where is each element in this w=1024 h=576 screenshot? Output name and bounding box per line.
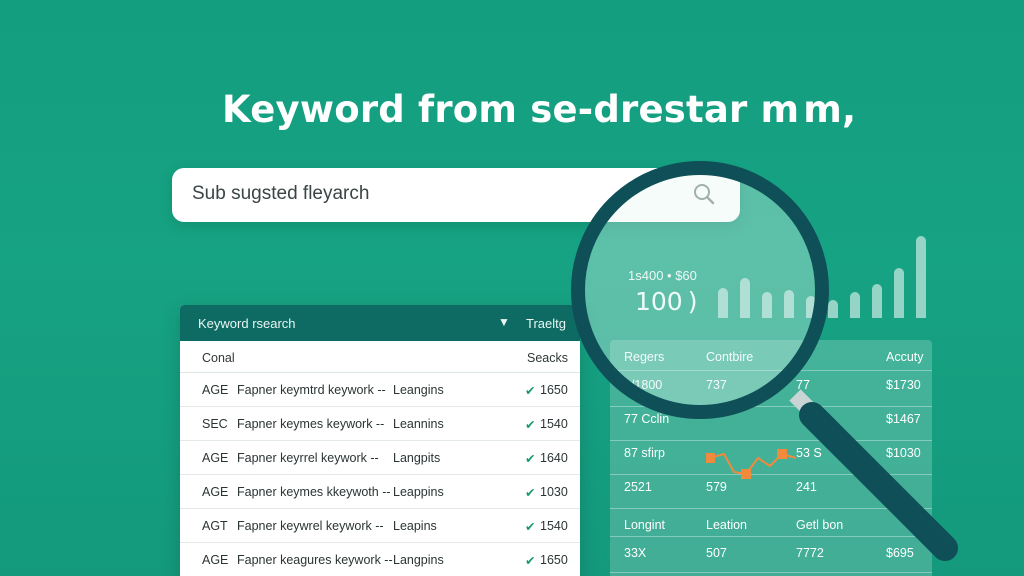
panel-divider [610,508,932,509]
check-icon: ✔ [525,452,536,466]
panel-cell: 77 [796,378,810,392]
panel-cell: 2521 [624,480,652,494]
row-category: Leappins [393,485,444,499]
row-category: Leapins [393,519,437,533]
table-row[interactable]: AGE Fapner keymtrd keywork -- Leangins ✔ 165… [180,373,580,407]
check-icon: ✔ [525,486,536,500]
chart-bar [762,292,772,318]
row-category: Langpins [393,553,444,567]
row-keyword: Fapner keywrel keywork -- [237,519,384,533]
row-value: 1540 [540,417,568,431]
stats-panel: Regers Contbire Accuty 1/1800 737 77 $1730 77 C… [610,340,932,576]
row-code: AGE [202,485,229,499]
column-headers: Conal Seacks [180,341,580,373]
table-row[interactable]: AGE Fapner keyrrel keywork -- Langpits ✔ 164… [180,441,580,475]
small-stat: 1s400 • $60 [628,268,697,283]
row-keyword: Fapner keagures keywork -- [237,553,393,567]
panel-divider [610,406,932,407]
panel-cell: Getl bon [796,518,844,532]
chart-bar [894,268,904,318]
panel-cell: Regers [624,350,665,364]
row-value: 1030 [540,485,568,499]
panel-cell: 87 sfirp [624,446,665,460]
check-icon: ✔ [525,384,536,398]
search-icon[interactable] [692,182,716,211]
panel-cell: $1030 [886,446,921,460]
chart-bar [784,290,794,318]
panel-divider [610,572,932,573]
panel-cell: 1/1800 [624,378,663,392]
panel-cell: $1730 [886,378,921,392]
chart-bar [916,236,926,318]
table-row[interactable]: AGE Fapner keymes kkeywoth -- Leappins ✔ 103… [180,475,580,509]
big-stat: 100 ) [635,287,698,316]
chart-bar [850,292,860,318]
page-headline: Keyword from se-drestar m m, [222,88,857,131]
row-code: AGE [202,451,229,465]
chart-bar [718,288,728,318]
panel-cell: $695 [886,546,914,560]
triangle-down-icon[interactable]: ▼ [498,315,510,329]
row-keyword: Fapner keymes kkeywoth -- [237,485,391,499]
panel-cell: 737 [706,378,727,392]
row-value: 1540 [540,519,568,533]
search-input[interactable]: Sub sugsted fleyarch [192,183,369,205]
panel-divider [610,370,932,371]
row-value: 1650 [540,383,568,397]
check-icon: ✔ [525,418,536,432]
panel-cell: Leation [706,518,748,532]
row-keyword: Fapner keymtrd keywork -- [237,383,386,397]
table-title: Keyword rsearch [198,316,296,331]
row-code: AGT [202,519,228,533]
panel-divider [610,536,932,537]
panel-cell: $1467 [886,412,921,426]
chart-bar [806,296,816,318]
table-row[interactable]: SEC Fapner keymes keywork -- Leannins ✔ 1540 [180,407,580,441]
row-code: AGE [202,383,229,397]
sparkline [706,449,797,479]
panel-cell: 507 [706,546,727,560]
row-category: Leangins [393,383,444,397]
table-row[interactable]: AGT Fapner keywrel keywork -- Leapins ✔ 1540 [180,509,580,543]
check-icon: ✔ [525,520,536,534]
row-value: 1650 [540,553,568,567]
panel-cell: 7772 [796,546,824,560]
panel-divider [610,440,932,441]
row-value: 1640 [540,451,568,465]
search-bar[interactable]: Sub sugsted fleyarch [172,168,740,222]
panel-cell: Longint [624,518,666,532]
panel-cell: 33X [624,546,647,560]
chart-bar [828,300,838,318]
big-stat-value: 100 [635,287,683,316]
keyword-table: Keyword rsearch ▼ Traeltg Conal Seacks A… [180,305,580,576]
row-category: Leannins [393,417,444,431]
row-category: Langpits [393,451,441,465]
row-keyword: Fapner keymes keywork -- [237,417,385,431]
panel-cell: Accuty [886,350,924,364]
table-row[interactable]: AGE Fapner keagures keywork -- Langpins ✔ 16… [180,543,580,576]
col-header-right: Seacks [527,351,568,365]
row-code: SEC [202,417,228,431]
row-code: AGE [202,553,229,567]
table-header: Keyword rsearch ▼ Traeltg [180,305,580,341]
chart-bar [872,284,882,318]
row-keyword: Fapner keyrrel keywork -- [237,451,379,465]
check-icon: ✔ [525,554,536,568]
panel-cell: 77 Cclin [624,412,670,426]
trend-label: Traeltg [526,316,566,331]
panel-cell: Contbire [706,350,754,364]
col-header-left: Conal [202,351,235,365]
chart-bar [740,278,750,318]
